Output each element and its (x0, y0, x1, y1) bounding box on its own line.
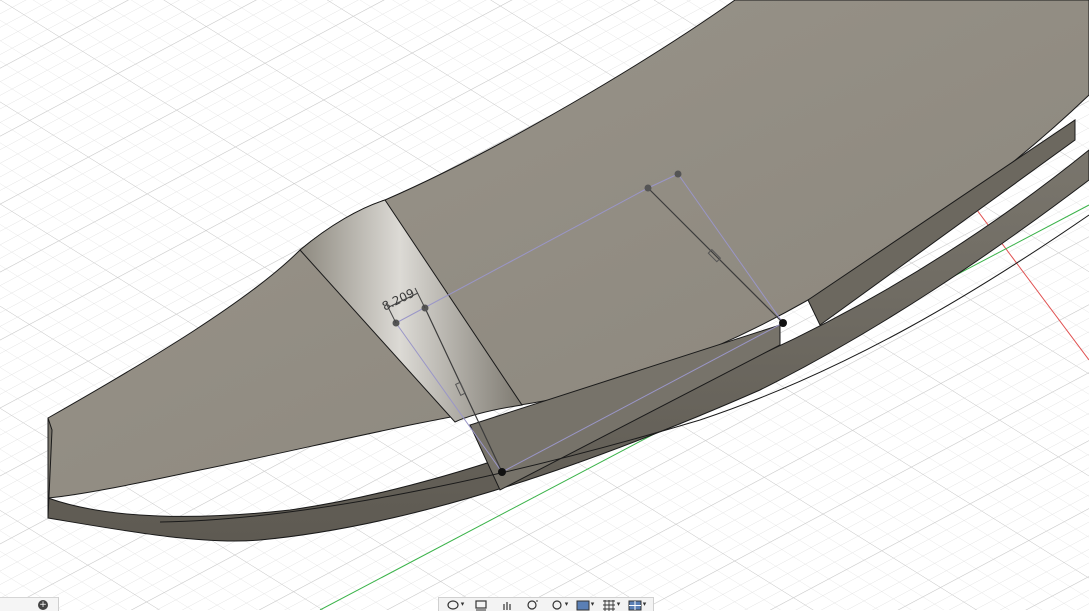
browser-panel-stub: + (0, 597, 59, 611)
sketch-point (644, 184, 652, 192)
add-icon[interactable]: + (38, 600, 48, 610)
navigation-toolbar: ▾ ▾ ▾ ▾ ▾ (438, 597, 654, 611)
chevron-down-icon[interactable]: ▾ (617, 598, 621, 611)
fit-zoom-window-icon (552, 599, 562, 610)
sketch-point-selected (498, 468, 506, 476)
grid-snap-icon (602, 599, 615, 611)
display-settings-button[interactable]: ▾ (573, 598, 597, 611)
model-scene[interactable]: 8.209 (0, 0, 1089, 610)
chevron-down-icon[interactable]: ▾ (643, 598, 647, 611)
chevron-down-icon[interactable]: ▾ (591, 598, 595, 611)
orbit-icon (447, 599, 459, 610)
pan-button[interactable] (495, 598, 519, 611)
viewports-icon (628, 600, 642, 610)
orbit-button[interactable]: ▾ (443, 598, 467, 611)
display-settings-icon (576, 600, 590, 610)
look-at-icon (475, 599, 487, 610)
zoom-button[interactable] (521, 598, 545, 611)
viewports-button[interactable]: ▾ (625, 598, 649, 611)
sketch-point-selected (779, 319, 787, 327)
chevron-down-icon[interactable]: ▾ (461, 598, 465, 611)
canvas-viewport[interactable]: 8.209 (0, 0, 1089, 610)
grid-button[interactable]: ▾ (599, 598, 623, 611)
pan-hand-icon (503, 601, 511, 610)
chevron-down-icon[interactable]: ▾ (565, 598, 569, 611)
fit-button[interactable]: ▾ (547, 598, 571, 611)
sketch-point (674, 170, 682, 178)
look-at-button[interactable] (469, 598, 493, 611)
zoom-icon (527, 599, 538, 610)
